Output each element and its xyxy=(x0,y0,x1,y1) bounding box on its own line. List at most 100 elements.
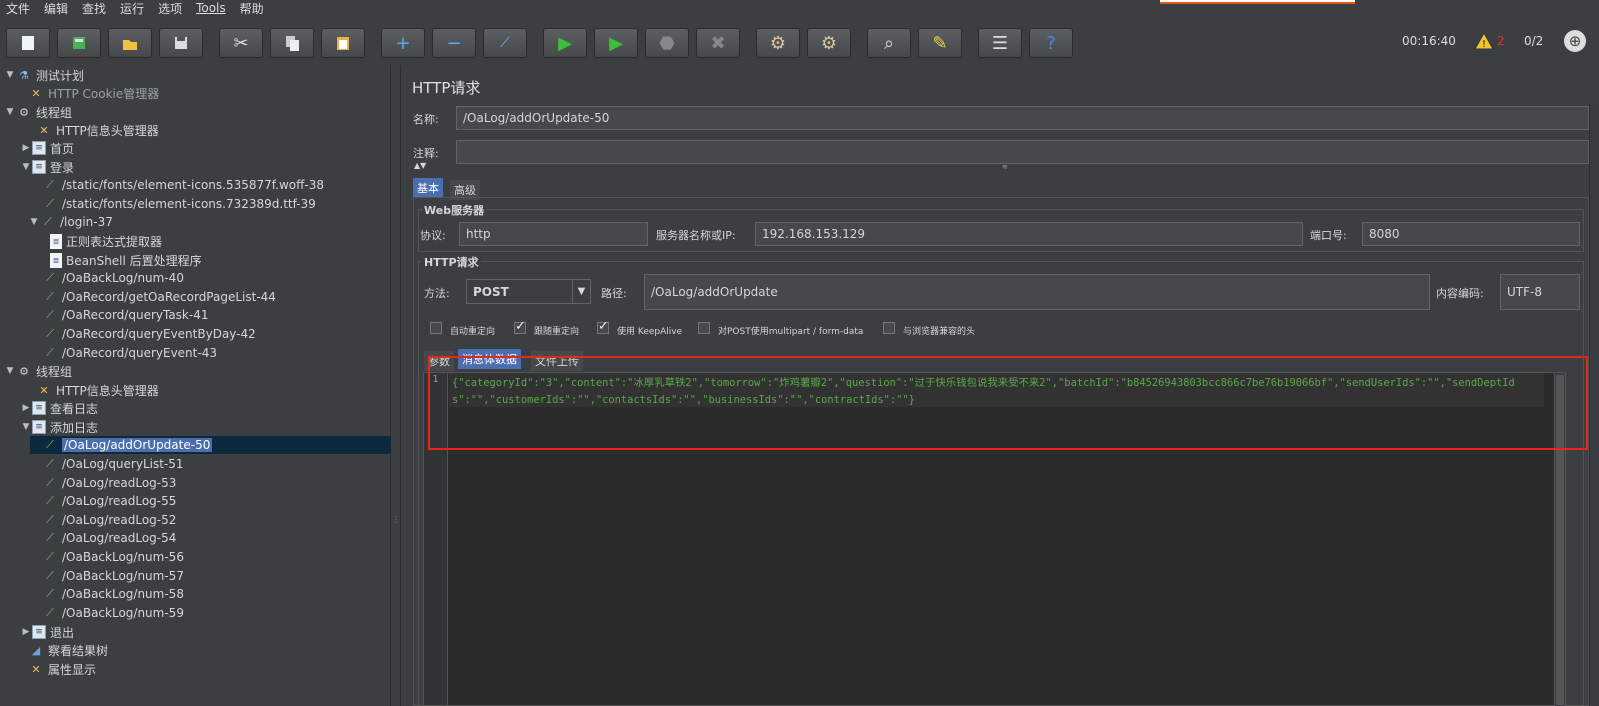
multipart-checkbox[interactable] xyxy=(698,322,710,334)
expand-toggle-icon[interactable]: ▼ xyxy=(4,366,16,376)
body-data-editor[interactable]: 1 {"categoryId":"3","content":"冰厚乳草铁2","… xyxy=(423,372,1566,706)
copy-icon[interactable] xyxy=(270,28,314,58)
tree-node-sampler[interactable]: ⟋/OaBackLog/num-58 xyxy=(30,585,184,603)
browser-headers-checkbox[interactable] xyxy=(883,322,895,334)
menu-search[interactable]: 查找 xyxy=(82,0,106,17)
expand-toggle-icon[interactable]: ▼ xyxy=(20,162,32,172)
port-field[interactable]: 8080 xyxy=(1362,222,1580,246)
chevron-down-icon[interactable]: ▼ xyxy=(572,280,590,303)
auto-redirect-checkbox[interactable] xyxy=(430,322,442,334)
tree-node-sampler[interactable]: ⟋/OaRecord/queryEventByDay-42 xyxy=(30,325,256,343)
body-json-text[interactable]: {"categoryId":"3","content":"冰厚乳草铁2","to… xyxy=(452,375,1542,409)
reset-search-icon[interactable]: ✎ xyxy=(918,28,962,58)
controller-icon: ≡ xyxy=(32,160,46,174)
collapse-toggle-icon[interactable]: ▶ xyxy=(20,403,32,413)
tree-node-property-display[interactable]: ✕ 属性显示 xyxy=(16,660,96,678)
collapse-toggle-icon[interactable]: ▶ xyxy=(20,143,32,153)
comment-field[interactable] xyxy=(456,140,1589,164)
method-select[interactable]: POST ▼ xyxy=(466,279,591,304)
tree-node-sampler[interactable]: ⟋/OaLog/readLog-55 xyxy=(30,492,176,510)
collapse-toggle-icon[interactable]: ▶ xyxy=(20,627,32,637)
tree-node-login[interactable]: ▼ ≡ 登录 xyxy=(20,158,74,176)
expand-toggle-icon[interactable]: ▼ xyxy=(4,107,16,117)
name-field[interactable]: /OaLog/addOrUpdate-50 xyxy=(456,106,1589,130)
tree-node-sampler[interactable]: ⟋/OaRecord/getOaRecordPageList-44 xyxy=(30,288,276,306)
subtab-body-data[interactable]: 消息体数据 xyxy=(458,349,521,369)
help-icon[interactable]: ? xyxy=(1029,28,1073,58)
tree-node-thread-group[interactable]: ▼ ⚙ 线程组 xyxy=(4,362,72,380)
tree-node-cookie-manager[interactable]: ✕ HTTP Cookie管理器 xyxy=(16,84,159,102)
menu-options[interactable]: 选项 xyxy=(158,0,182,17)
subtab-params[interactable]: 参数 xyxy=(424,351,454,371)
tree-node-home[interactable]: ▶ ≡ 首页 xyxy=(20,139,74,157)
path-field[interactable]: /OaLog/addOrUpdate xyxy=(644,274,1430,310)
panel-scrollbar[interactable] xyxy=(1589,104,1599,706)
tree-node-sampler[interactable]: ⟋/OaLog/readLog-53 xyxy=(30,474,176,492)
splitter-handle[interactable]: ⋮ xyxy=(391,65,401,706)
tree-node-add-log[interactable]: ▼ ≡ 添加日志 xyxy=(20,418,98,436)
tree-node-sampler[interactable]: ⟋/OaLog/readLog-52 xyxy=(30,511,176,529)
tree-node-header-manager[interactable]: ✕ HTTP信息头管理器 xyxy=(24,381,158,399)
collapse-icon[interactable]: − xyxy=(432,28,476,58)
paste-icon[interactable] xyxy=(321,28,365,58)
menu-file[interactable]: 文件 xyxy=(6,0,30,17)
tree-node-sampler[interactable]: ⟋/OaRecord/queryEvent-43 xyxy=(30,344,217,362)
protocol-field[interactable]: http xyxy=(459,222,648,246)
subtab-file-upload[interactable]: 文件上传 xyxy=(531,351,583,371)
editor-scrollbar[interactable] xyxy=(1554,373,1565,706)
tree-node-header-manager[interactable]: ✕ HTTP信息头管理器 xyxy=(24,121,158,139)
tree-node-sampler[interactable]: ⟋/OaRecord/queryTask-41 xyxy=(30,306,208,324)
save-icon[interactable] xyxy=(159,28,203,58)
toggle-icon[interactable]: ⟋ xyxy=(483,28,527,58)
shutdown-icon[interactable]: ✖ xyxy=(696,28,740,58)
tree-node-sampler[interactable]: ⟋/OaBackLog/num-40 xyxy=(30,269,184,287)
collapse-arrows-icon[interactable]: ▲▼ xyxy=(414,161,426,170)
tree-node-sampler[interactable]: ⟋/OaBackLog/num-59 xyxy=(30,604,184,622)
expand-icon[interactable]: + xyxy=(381,28,425,58)
server-field[interactable]: 192.168.153.129 xyxy=(755,222,1303,246)
start-no-pause-icon[interactable]: ▶ xyxy=(594,28,638,58)
templates-icon[interactable] xyxy=(57,28,101,58)
test-plan-tree[interactable]: ▼ ⚗ 测试计划 ✕ HTTP Cookie管理器 ▼ ⚙ 线程组 ✕ HTTP信息头管理器… xyxy=(0,65,391,706)
tree-node-results-tree[interactable]: ◢ 察看结果树 xyxy=(16,641,108,659)
menu-tools[interactable]: Tools xyxy=(196,1,226,15)
menu-run[interactable]: 运行 xyxy=(120,0,144,17)
new-icon[interactable] xyxy=(6,28,50,58)
scrollbar-thumb[interactable] xyxy=(1556,375,1564,705)
tree-node-sampler[interactable]: ⟋/static/fonts/element-icons.732389d.ttf… xyxy=(30,195,316,213)
encoding-field[interactable]: UTF-8 xyxy=(1500,274,1580,310)
expand-toggle-icon[interactable]: ▼ xyxy=(28,217,40,227)
tree-node-beanshell[interactable]: ≣ BeanShell 后置处理程序 xyxy=(38,251,202,269)
tree-node-thread-group[interactable]: ▼ ⚙ 线程组 xyxy=(4,103,72,121)
menu-edit[interactable]: 编辑 xyxy=(44,0,68,17)
tree-node-sampler[interactable]: ⟋/OaLog/readLog-54 xyxy=(30,529,176,547)
resize-grip-icon[interactable]: ≋ xyxy=(1002,163,1008,171)
clear-icon[interactable]: ⚙ xyxy=(756,28,800,58)
tab-basic[interactable]: 基本 xyxy=(413,178,443,198)
tree-node-sampler[interactable]: ⟋/OaBackLog/num-57 xyxy=(30,567,184,585)
tree-node-view-log[interactable]: ▶ ≡ 查看日志 xyxy=(20,399,98,417)
expand-toggle-icon[interactable]: ▼ xyxy=(20,422,32,432)
tree-node-test-plan[interactable]: ▼ ⚗ 测试计划 xyxy=(4,66,84,84)
sampler-icon: ⟋ xyxy=(46,327,54,340)
tree-node-regex-extractor[interactable]: ≣ 正则表达式提取器 xyxy=(38,232,162,250)
open-icon[interactable] xyxy=(108,28,152,58)
tree-node-sampler[interactable]: ⟋/static/fonts/element-icons.535877f.wof… xyxy=(30,176,324,194)
tree-node-logout[interactable]: ▶ ≡ 退出 xyxy=(20,623,74,641)
search-icon[interactable]: ⌕ xyxy=(867,28,911,58)
cut-icon[interactable]: ✂ xyxy=(219,28,263,58)
start-icon[interactable]: ▶ xyxy=(543,28,587,58)
tree-node-login-37[interactable]: ▼ ⟋/login-37 xyxy=(28,213,113,231)
globe-icon[interactable]: ⊕ xyxy=(1564,30,1586,52)
follow-redirect-checkbox[interactable] xyxy=(514,319,526,334)
menu-help[interactable]: 帮助 xyxy=(240,0,264,17)
keepalive-checkbox[interactable] xyxy=(597,319,609,334)
clear-all-icon[interactable]: ⚙ xyxy=(807,28,851,58)
expand-toggle-icon[interactable]: ▼ xyxy=(4,70,16,80)
warning-icon[interactable]: ! xyxy=(1474,31,1494,51)
tree-node-sampler[interactable]: ⟋/OaBackLog/num-56 xyxy=(30,548,184,566)
tree-node-sampler[interactable]: ⟋/OaLog/queryList-51 xyxy=(30,455,183,473)
tree-node-selected-sampler[interactable]: ⟋/OaLog/addOrUpdate-50 xyxy=(30,436,391,454)
stop-icon[interactable]: ⬣ xyxy=(645,28,689,58)
function-helper-icon[interactable]: ☰ xyxy=(978,28,1022,58)
